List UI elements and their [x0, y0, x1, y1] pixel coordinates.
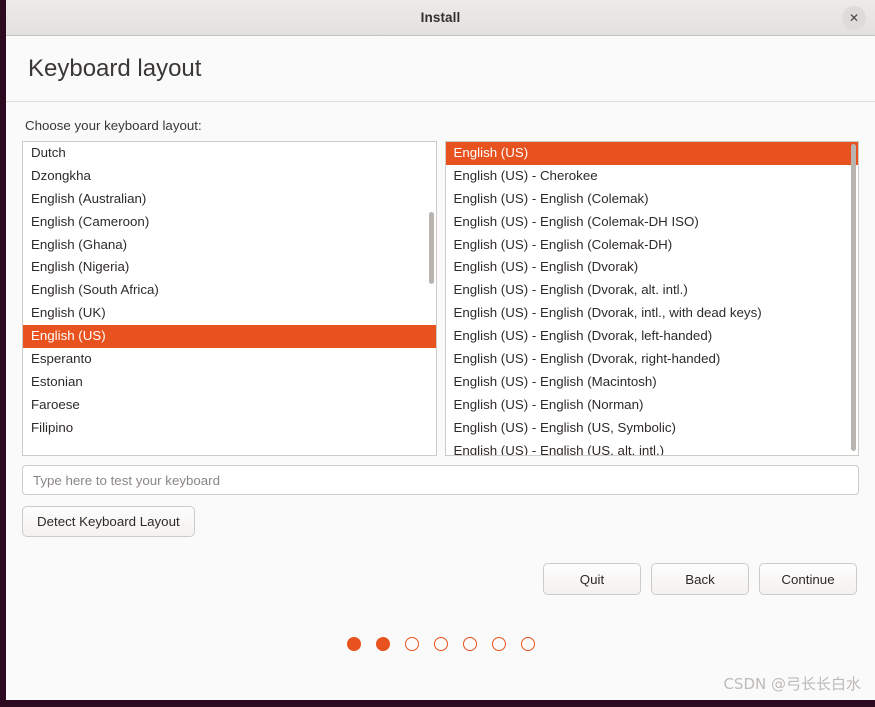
- page-header: Keyboard layout: [6, 36, 875, 102]
- watermark: CSDN @弓长长白水: [723, 675, 861, 693]
- variant-list[interactable]: English (US) English (US) - Cherokee Engli…: [444, 141, 859, 456]
- list-item[interactable]: English (US) - English (Colemak-DH): [446, 234, 859, 257]
- keyboard-test-input[interactable]: [22, 465, 859, 495]
- progress-dots: [22, 637, 859, 651]
- list-item[interactable]: English (US) - English (US, Symbolic): [446, 417, 859, 440]
- progress-dot: [375, 637, 390, 651]
- list-item[interactable]: English (US) - English (Dvorak, intl., w…: [446, 302, 859, 325]
- layout-list-items: Dutch Dzongkha English (Australian) English…: [23, 142, 436, 440]
- progress-dot: [346, 637, 361, 651]
- list-item[interactable]: English (US): [445, 142, 858, 165]
- progress-dot: [520, 637, 535, 651]
- close-icon[interactable]: ✕: [842, 5, 866, 30]
- list-item[interactable]: Esperanto: [23, 348, 436, 371]
- list-item[interactable]: English (US) - English (Dvorak): [446, 256, 859, 279]
- navigation-buttons: Quit Back Continue: [22, 563, 859, 595]
- layout-list[interactable]: Dutch Dzongkha English (Australian) English…: [22, 141, 437, 456]
- layout-list-scrollbar[interactable]: [428, 212, 434, 284]
- keyboard-lists: Dutch Dzongkha English (Australian) English…: [22, 141, 859, 456]
- progress-dot: [404, 637, 419, 651]
- list-item[interactable]: Estonian: [23, 371, 436, 394]
- quit-button[interactable]: Quit: [543, 563, 641, 595]
- page-content: Choose your keyboard layout: Dutch Dzongk…: [6, 102, 875, 700]
- list-item[interactable]: English (Australian): [23, 188, 436, 211]
- progress-dot: [462, 637, 477, 651]
- choose-layout-label: Choose your keyboard layout:: [25, 118, 202, 133]
- list-item[interactable]: English (Nigeria): [23, 256, 436, 279]
- page-title: Keyboard layout: [28, 54, 202, 82]
- window-title: Install: [420, 10, 461, 25]
- variant-list-items: English (US) English (US) - Cherokee Engli…: [445, 142, 859, 455]
- progress-dot: [491, 637, 506, 651]
- list-item[interactable]: English (US) - English (Norman): [446, 394, 859, 417]
- list-item[interactable]: English (US) - English (Dvorak, right-ha…: [446, 348, 859, 371]
- list-item[interactable]: English (US) - English (Dvorak, left-han…: [446, 325, 859, 348]
- list-item[interactable]: English (US) - English (Colemak-DH ISO): [446, 211, 859, 234]
- window-titlebar: Install ✕: [6, 0, 875, 36]
- back-button[interactable]: Back: [651, 563, 749, 595]
- list-item[interactable]: English (UK): [23, 302, 436, 325]
- list-item[interactable]: Faroese: [23, 394, 436, 417]
- list-item[interactable]: Dzongkha: [23, 165, 436, 188]
- list-item[interactable]: English (US) - English (US, alt. intl.): [446, 440, 859, 455]
- list-item[interactable]: English (US): [23, 325, 436, 349]
- list-item[interactable]: English (Cameroon): [23, 211, 436, 234]
- detect-keyboard-layout-button[interactable]: Detect Keyboard Layout: [22, 506, 195, 537]
- install-window: Install ✕ Keyboard layout Choose your ke…: [6, 0, 875, 700]
- list-item[interactable]: English (US) - English (Colemak): [446, 188, 859, 211]
- variant-list-scrollbar[interactable]: [851, 144, 856, 451]
- list-item[interactable]: English (US) - English (Dvorak, alt. int…: [446, 279, 859, 302]
- list-item[interactable]: English (South Africa): [23, 279, 436, 302]
- progress-dot: [433, 637, 448, 651]
- list-item[interactable]: English (US) - English (Macintosh): [446, 371, 859, 394]
- list-item[interactable]: Filipino: [23, 417, 436, 440]
- list-item[interactable]: English (Ghana): [23, 234, 436, 257]
- list-item[interactable]: English (US) - Cherokee: [446, 165, 859, 188]
- list-item[interactable]: Dutch: [23, 142, 436, 165]
- continue-button[interactable]: Continue: [759, 563, 857, 595]
